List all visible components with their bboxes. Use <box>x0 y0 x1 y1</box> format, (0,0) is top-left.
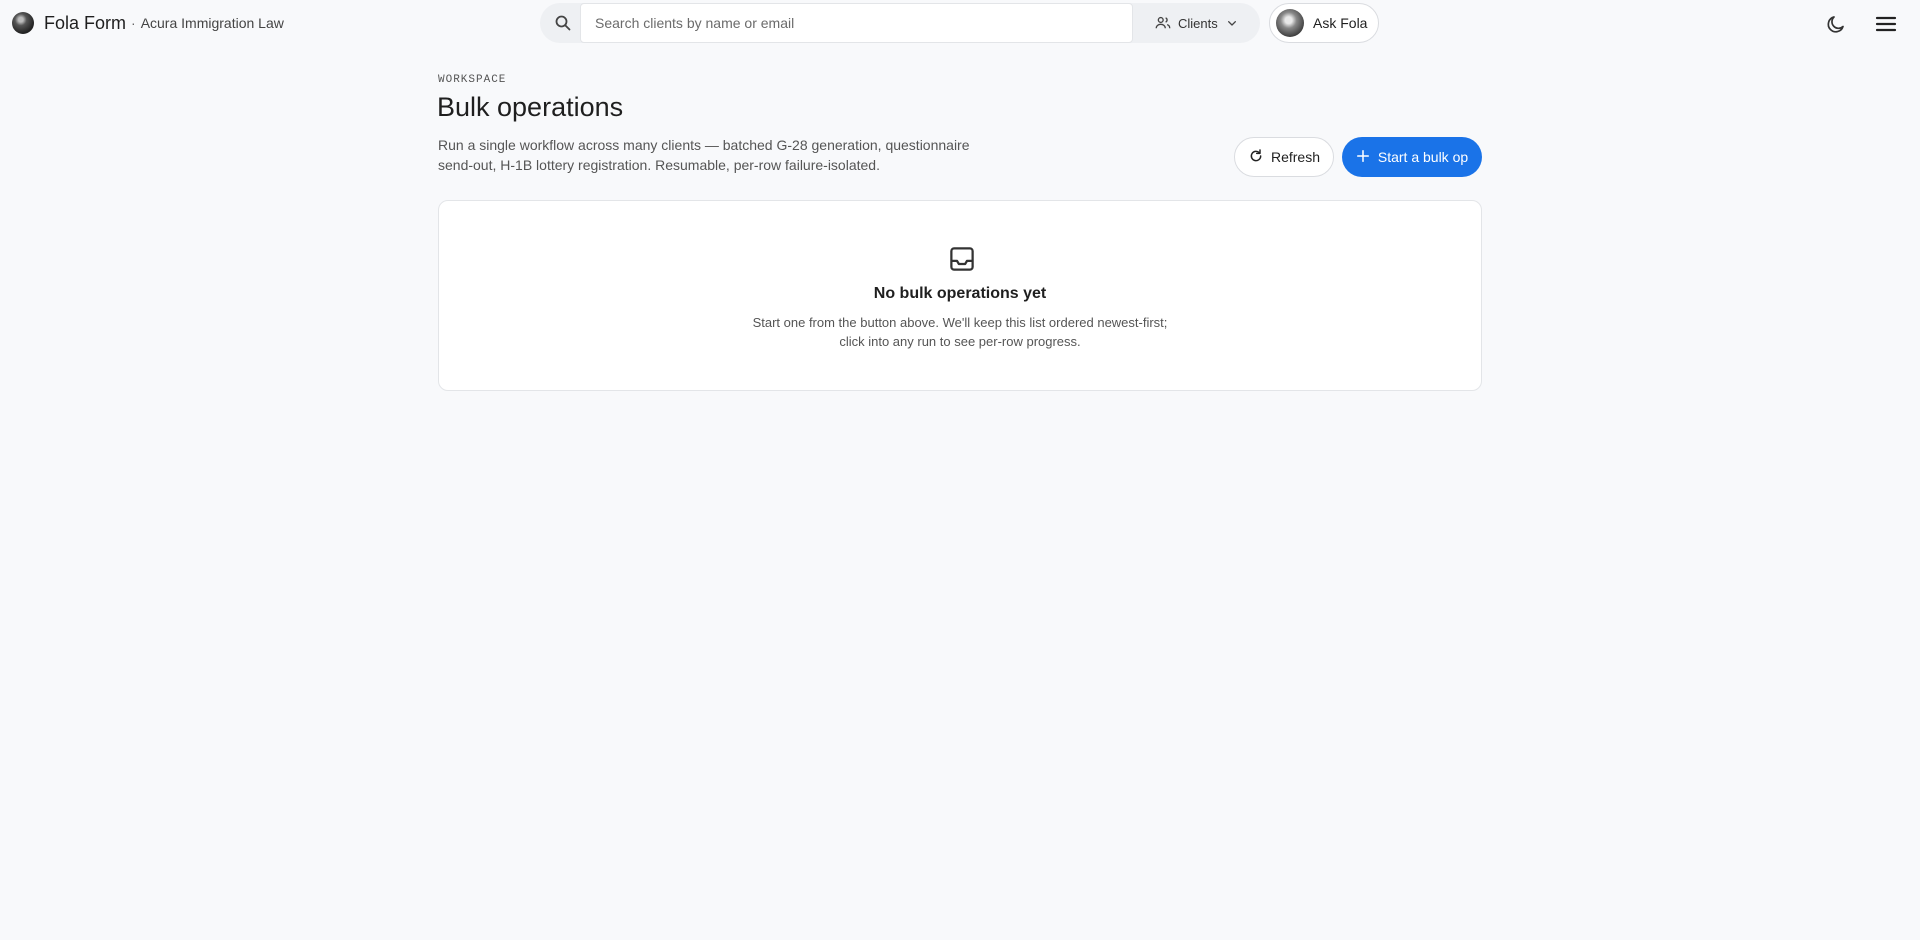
search-icon[interactable] <box>551 11 575 35</box>
plus-icon <box>1356 149 1370 166</box>
ask-fola-button[interactable]: Ask Fola <box>1269 3 1379 43</box>
refresh-label: Refresh <box>1270 149 1321 165</box>
start-bulk-op-button[interactable]: Start a bulk op <box>1342 137 1482 177</box>
avatar <box>1276 9 1304 37</box>
empty-state-title: No bulk operations yet <box>873 285 1047 302</box>
search-input[interactable] <box>580 3 1133 43</box>
menu-icon[interactable] <box>1874 12 1898 36</box>
top-bar: Fola Form · Acura Immigration Law Client… <box>0 0 1920 46</box>
page-title: Bulk operations <box>437 92 624 122</box>
empty-state-line: Start one from the button above. We'll k… <box>752 315 1168 330</box>
moon-icon[interactable] <box>1824 12 1848 36</box>
inbox-icon <box>947 244 977 274</box>
empty-state-card: No bulk operations yet Start one from th… <box>438 200 1482 391</box>
people-icon <box>1154 14 1172 32</box>
refresh-icon <box>1248 148 1264 167</box>
brand-logo <box>12 12 34 34</box>
empty-state-line: click into any run to see per-row progre… <box>839 334 1081 349</box>
empty-state-description: Start one from the button above. We'll k… <box>439 313 1481 351</box>
refresh-button[interactable]: Refresh <box>1234 137 1334 177</box>
ask-fola-label: Ask Fola <box>1313 15 1368 31</box>
search-scope-label: Clients <box>1178 15 1218 31</box>
section-eyebrow: WORKSPACE <box>438 74 507 86</box>
start-bulk-op-label: Start a bulk op <box>1377 149 1469 165</box>
brand-name: Fola Form <box>44 12 127 33</box>
brand-separator: · <box>131 15 136 31</box>
search-bar: Clients <box>540 3 1260 43</box>
org-name: Acura Immigration Law <box>140 15 284 31</box>
search-scope-dropdown[interactable]: Clients <box>1154 10 1240 36</box>
chevron-down-icon <box>1224 15 1240 31</box>
brand[interactable]: Fola Form · Acura Immigration Law <box>12 12 284 34</box>
page-description: Run a single workflow across many client… <box>438 137 970 173</box>
